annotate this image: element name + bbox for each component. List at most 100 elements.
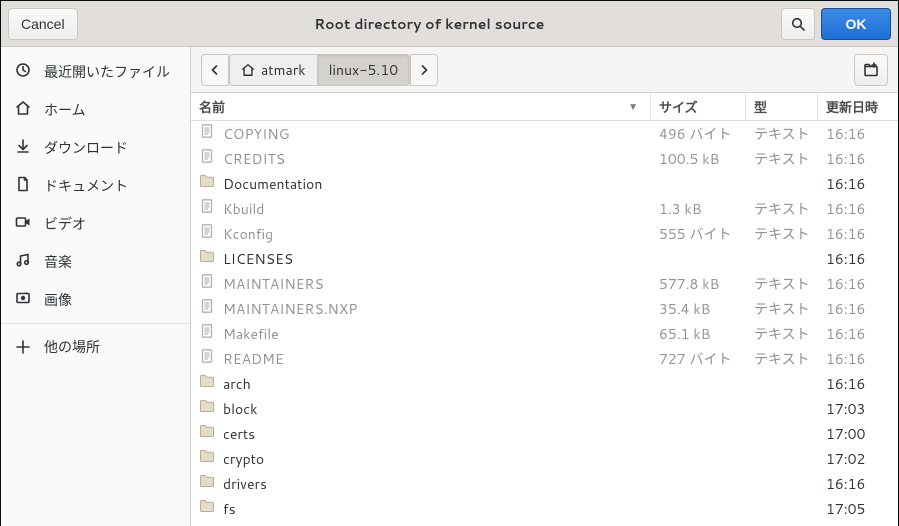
sidebar-item-other-locations[interactable]: 他の場所	[1, 328, 190, 366]
sort-indicator-desc-icon: ▼	[628, 100, 638, 114]
file-type: テキスト	[746, 274, 818, 294]
file-size: 100.5 kB	[651, 149, 746, 169]
file-row[interactable]: LICENSES 16:16	[191, 246, 898, 271]
column-header-name-label: 名前	[199, 97, 225, 117]
other-locations-icon	[15, 339, 31, 355]
file-date: 16:16	[818, 174, 898, 194]
sidebar-item-5[interactable]: 音楽	[1, 243, 190, 281]
sidebar-item-4[interactable]: ビデオ	[1, 205, 190, 243]
file-size: 496 バイト	[651, 124, 746, 144]
sidebar-item-1[interactable]: ホーム	[1, 91, 190, 129]
sidebar-item-label: ドキュメント	[44, 176, 128, 196]
path-segment-label: linux-5.10	[329, 60, 399, 80]
file-type: テキスト	[746, 349, 818, 369]
path-segment-1[interactable]: linux-5.10	[318, 54, 411, 86]
file-row[interactable]: Kconfig555 バイトテキスト16:16	[191, 221, 898, 246]
column-header-size[interactable]: サイズ	[651, 93, 746, 120]
file-icon	[199, 223, 215, 244]
sidebar-separator	[1, 323, 190, 324]
sidebar-item-label: 最近開いたファイル	[44, 62, 170, 82]
columns-header: 名前 ▼ サイズ 型 更新日時	[191, 93, 898, 121]
file-name: arch	[223, 374, 251, 394]
file-listing[interactable]: COPYING496 バイトテキスト16:16CREDITS100.5 kBテキ…	[191, 121, 898, 526]
recent-icon	[15, 62, 31, 83]
column-header-name[interactable]: 名前 ▼	[191, 93, 651, 120]
file-icon	[199, 148, 215, 169]
file-date: 17:03	[818, 399, 898, 419]
sidebar-item-0[interactable]: 最近開いたファイル	[1, 53, 190, 91]
column-header-date[interactable]: 更新日時	[818, 93, 898, 120]
file-icon	[199, 123, 215, 144]
file-name: Makefile	[223, 324, 279, 344]
file-row[interactable]: arch 16:16	[191, 371, 898, 396]
sidebar-item-2[interactable]: ダウンロード	[1, 129, 190, 167]
file-row[interactable]: MAINTAINERS577.8 kBテキスト16:16	[191, 271, 898, 296]
sidebar-item-6[interactable]: 画像	[1, 281, 190, 319]
download-icon	[15, 138, 31, 159]
pictures-icon	[15, 290, 31, 311]
file-name: COPYING	[223, 124, 289, 144]
music-icon	[15, 252, 31, 273]
file-row[interactable]: drivers16:16	[191, 471, 898, 496]
file-type: テキスト	[746, 299, 818, 319]
home-icon	[15, 100, 31, 121]
file-name: Kbuild	[223, 199, 264, 219]
file-row[interactable]: CREDITS100.5 kBテキスト16:16	[191, 146, 898, 171]
file-row[interactable]: MAINTAINERS.NXP35.4 kBテキスト16:16	[191, 296, 898, 321]
folder-icon	[199, 398, 215, 419]
file-icon	[199, 198, 215, 219]
file-row[interactable]: block17:03	[191, 396, 898, 421]
file-icon	[199, 348, 215, 369]
file-row[interactable]: Makefile65.1 kBテキスト16:16	[191, 321, 898, 346]
chevron-left-icon	[209, 64, 221, 76]
file-name: drivers	[223, 474, 267, 494]
file-row[interactable]: README727 バイトテキスト16:16	[191, 346, 898, 371]
file-date: 16:16	[818, 374, 898, 394]
file-type: テキスト	[746, 199, 818, 219]
search-button[interactable]	[781, 8, 815, 40]
cancel-button[interactable]: Cancel	[8, 8, 78, 40]
file-date: 17:05	[818, 499, 898, 519]
file-date: 17:00	[818, 424, 898, 444]
file-row[interactable]: fs 17:05	[191, 496, 898, 521]
file-row[interactable]: crypto17:02	[191, 446, 898, 471]
path-segment-label: atmark	[261, 60, 306, 80]
file-date: 16:16	[818, 249, 898, 269]
main-area: 最近開いたファイルホームダウンロードドキュメントビデオ音楽画像 他の場所 atm…	[1, 47, 898, 526]
file-name: MAINTAINERS	[223, 274, 324, 294]
file-name: Documentation	[223, 174, 322, 194]
sidebar-item-label: 他の場所	[44, 337, 100, 357]
file-name: LICENSES	[223, 249, 293, 269]
file-date: 16:16	[818, 224, 898, 244]
sidebar-item-label: 音楽	[44, 252, 72, 272]
file-icon	[199, 273, 215, 294]
column-header-type[interactable]: 型	[746, 93, 818, 120]
file-size: 727 バイト	[651, 349, 746, 369]
new-folder-button[interactable]	[854, 54, 888, 86]
file-name: Kconfig	[223, 224, 273, 244]
path-back-button[interactable]	[201, 54, 229, 86]
folder-icon	[199, 498, 215, 519]
file-row[interactable]: Documentation 16:16	[191, 171, 898, 196]
sidebar-item-3[interactable]: ドキュメント	[1, 167, 190, 205]
path-segment-0[interactable]: atmark	[229, 54, 318, 86]
search-icon	[790, 16, 806, 32]
places-sidebar: 最近開いたファイルホームダウンロードドキュメントビデオ音楽画像 他の場所	[1, 47, 191, 526]
file-name: fs	[223, 499, 236, 519]
folder-icon	[199, 173, 215, 194]
new-folder-icon	[863, 62, 879, 78]
path-forward-button[interactable]	[410, 54, 438, 86]
file-date: 16:16	[818, 124, 898, 144]
headerbar: Cancel Root directory of kernel source O…	[1, 1, 898, 47]
file-row[interactable]: COPYING496 バイトテキスト16:16	[191, 121, 898, 146]
file-row[interactable]: certs17:00	[191, 421, 898, 446]
ok-button[interactable]: OK	[821, 8, 891, 40]
sidebar-item-label: ダウンロード	[44, 138, 128, 158]
file-name: crypto	[223, 449, 264, 469]
file-row[interactable]: Kbuild1.3 kBテキスト16:16	[191, 196, 898, 221]
folder-icon	[199, 423, 215, 444]
documents-icon	[15, 176, 31, 197]
folder-icon	[199, 473, 215, 494]
file-name: CREDITS	[223, 149, 285, 169]
dialog-title: Root directory of kernel source	[84, 14, 775, 34]
